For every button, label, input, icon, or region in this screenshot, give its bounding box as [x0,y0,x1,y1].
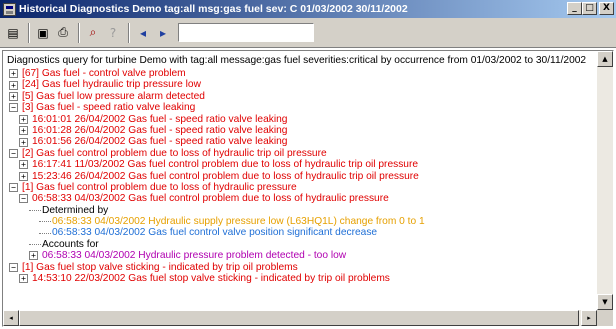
expand-icon[interactable]: + [19,137,28,147]
expand-icon[interactable]: + [29,251,38,261]
tree-row[interactable]: + [5] Gas fuel low pressure alarm detecte… [7,91,592,102]
tree-header-text: Diagnostics query for turbine Demo with … [7,55,587,67]
tree-row[interactable]: +16:17:41 11/03/2002 Gas fuel control pr… [7,159,592,170]
find-icon[interactable]: ⌕ [84,24,102,42]
window-title: Historical Diagnostics Demo tag:all msg:… [19,3,408,15]
tree-row-label: [3] Gas fuel - speed ratio valve leaking [22,102,196,114]
tree-row-label: [1] Gas fuel stop valve sticking - indic… [22,261,298,273]
tree-row-label: 16:01:56 26/04/2002 Gas fuel - speed rat… [32,136,288,148]
collapse-icon[interactable]: − [9,183,18,193]
expand-icon[interactable]: + [9,69,18,79]
collapse-icon[interactable]: − [9,148,18,158]
scroll-left-button[interactable]: ◂ [3,310,19,326]
tree-row-label: 14:53:10 22/03/2002 Gas fuel stop valve … [32,273,390,285]
tree-row[interactable]: −06:58:33 04/03/2002 Gas fuel control pr… [7,193,592,204]
tree-row[interactable]: − [1] Gas fuel control problem due to los… [7,182,592,193]
tree-header: Diagnostics query for turbine Demo with … [7,54,592,68]
tree-row[interactable]: + [67] Gas fuel - control valve problem [7,68,592,79]
expand-icon[interactable]: + [9,91,18,101]
tree-content: Diagnostics query for turbine Demo with … [7,54,592,309]
tree-row[interactable]: 06:58:33 04/03/2002 Hydraulic supply pre… [7,216,592,227]
tree-row[interactable]: − [3] Gas fuel - speed ratio valve leakin… [7,102,592,113]
search-input[interactable] [178,23,314,42]
tree-row[interactable]: + [24] Gas fuel hydraulic trip pressure l… [7,79,592,90]
tree-row[interactable]: +16:01:28 26/04/2002 Gas fuel - speed ra… [7,125,592,136]
tree-row[interactable]: +15:23:46 26/04/2002 Gas fuel control pr… [7,171,592,182]
tree-connector [29,244,41,246]
tree-row-label: 06:58:33 04/03/2002 Hydraulic supply pre… [52,216,425,228]
tree-row-label: [24] Gas fuel hydraulic trip pressure lo… [22,79,201,91]
toolbar-separator [128,22,130,43]
tree-row[interactable]: +14:53:10 22/03/2002 Gas fuel stop valve… [7,273,592,284]
scroll-right-button[interactable]: ▸ [581,310,597,326]
horizontal-scrollbar[interactable]: ◂ ▸ [3,310,597,326]
scrollbar-corner [597,310,613,326]
tree-row[interactable]: +16:01:01 26/04/2002 Gas fuel - speed ra… [7,114,592,125]
tree-row-label: 06:58:33 04/03/2002 Gas fuel control val… [52,227,378,239]
tree-row-label: 06:58:33 04/03/2002 Gas fuel control pro… [32,193,389,205]
tree-row[interactable]: +06:58:33 04/03/2002 Hydraulic pressure … [7,250,592,261]
minimize-button[interactable]: _ [567,2,582,15]
tree-connector [39,221,51,223]
tree-row-label: Determined by [42,204,109,216]
tree-row-label: 16:01:01 26/04/2002 Gas fuel - speed rat… [32,113,288,125]
vertical-scrollbar[interactable]: ▲ ▼ [597,51,613,310]
tree-row-label: 06:58:33 04/03/2002 Hydraulic pressure p… [42,250,347,262]
print-icon[interactable]: ⎙ [54,24,72,42]
tree-row[interactable]: 06:58:33 04/03/2002 Gas fuel control val… [7,227,592,238]
tree-row-label: [2] Gas fuel control problem due to loss… [22,147,327,159]
tree-row-label: 15:23:46 26/04/2002 Gas fuel control pro… [32,170,419,182]
toolbar-separator [78,22,80,43]
tree-row-label: 16:17:41 11/03/2002 Gas fuel control pro… [32,159,419,171]
expand-icon[interactable]: + [19,171,28,181]
tree-row[interactable]: − [1] Gas fuel stop valve sticking - indi… [7,262,592,273]
tree-row-label: Accounts for [42,238,99,250]
horizontal-scroll-thumb[interactable] [19,310,579,326]
tree-row-label: [67] Gas fuel - control valve problem [22,68,186,79]
close-button[interactable]: X [599,2,614,15]
expand-icon[interactable]: + [9,80,18,90]
collapse-icon[interactable]: − [9,262,18,272]
tree-row-label: 16:01:28 26/04/2002 Gas fuel - speed rat… [32,124,288,136]
diagnostics-tree: Diagnostics query for turbine Demo with … [2,50,614,327]
restore-button[interactable]: □ [582,2,597,15]
tree-row[interactable]: +16:01:56 26/04/2002 Gas fuel - speed ra… [7,136,592,147]
save-icon[interactable]: ▣ [34,24,52,42]
expand-icon[interactable]: + [19,114,28,124]
toolbar: ▤ ▣ ⎙ ⌕ ? ◂ ▸ [0,18,616,48]
scroll-down-button[interactable]: ▼ [597,294,613,310]
tree-row[interactable]: − [2] Gas fuel control problem due to los… [7,148,592,159]
tree-row-label: [5] Gas fuel low pressure alarm detected [22,90,205,102]
properties-icon[interactable]: ▤ [4,24,22,42]
scroll-up-button[interactable]: ▲ [597,51,613,67]
collapse-icon[interactable]: − [19,194,28,204]
tree-row[interactable]: Determined by [7,205,592,216]
tree-connector [39,232,51,234]
previous-icon[interactable]: ◂ [134,24,152,42]
app-icon[interactable] [3,2,16,16]
expand-icon[interactable]: + [19,126,28,136]
window-controls: _ □ X [567,2,614,15]
expand-icon[interactable]: + [19,274,28,284]
tree-connector [29,209,41,211]
title-bar: Historical Diagnostics Demo tag:all msg:… [0,0,616,18]
expand-icon[interactable]: + [19,160,28,170]
toolbar-separator [28,22,30,43]
help-icon[interactable]: ? [104,24,122,42]
next-icon[interactable]: ▸ [154,24,172,42]
tree-row-label: [1] Gas fuel control problem due to loss… [22,181,297,193]
tree-row[interactable]: Accounts for [7,239,592,250]
collapse-icon[interactable]: − [9,103,18,113]
